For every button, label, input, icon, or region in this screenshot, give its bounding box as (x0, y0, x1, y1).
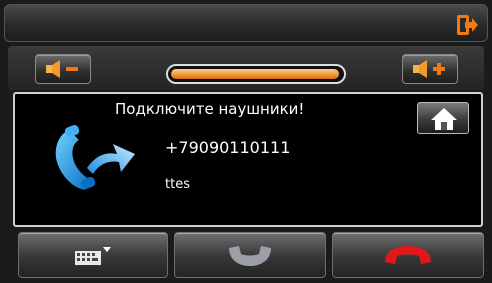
keyboard-button[interactable] (18, 232, 168, 278)
volume-down-icon (46, 60, 78, 78)
volume-slider[interactable] (166, 64, 346, 84)
call-info-panel: Подключите наушники! +79090110111 ttes (13, 92, 483, 227)
home-icon (431, 108, 457, 130)
volume-control (8, 46, 484, 90)
keyboard-icon (75, 247, 111, 265)
phone-call-screen: Подключите наушники! +79090110111 ttes (0, 0, 492, 283)
volume-slider-fill (171, 69, 339, 79)
phone-number: +79090110111 (165, 138, 291, 157)
answer-button[interactable] (174, 232, 326, 278)
answer-call-icon (229, 246, 271, 266)
hang-up-button[interactable] (332, 232, 484, 278)
volume-up-icon (413, 60, 445, 78)
exit-icon (457, 15, 478, 35)
home-button[interactable] (417, 102, 469, 134)
hang-up-icon (385, 246, 431, 264)
call-actions-bar (6, 232, 488, 280)
top-bar (4, 4, 488, 42)
incoming-call-icon (51, 124, 141, 198)
volume-up-button[interactable] (402, 54, 458, 84)
exit-button[interactable] (455, 13, 479, 37)
volume-down-button[interactable] (35, 54, 91, 84)
contact-name: ttes (165, 177, 190, 192)
headphones-message: Подключите наушники! (115, 100, 305, 118)
